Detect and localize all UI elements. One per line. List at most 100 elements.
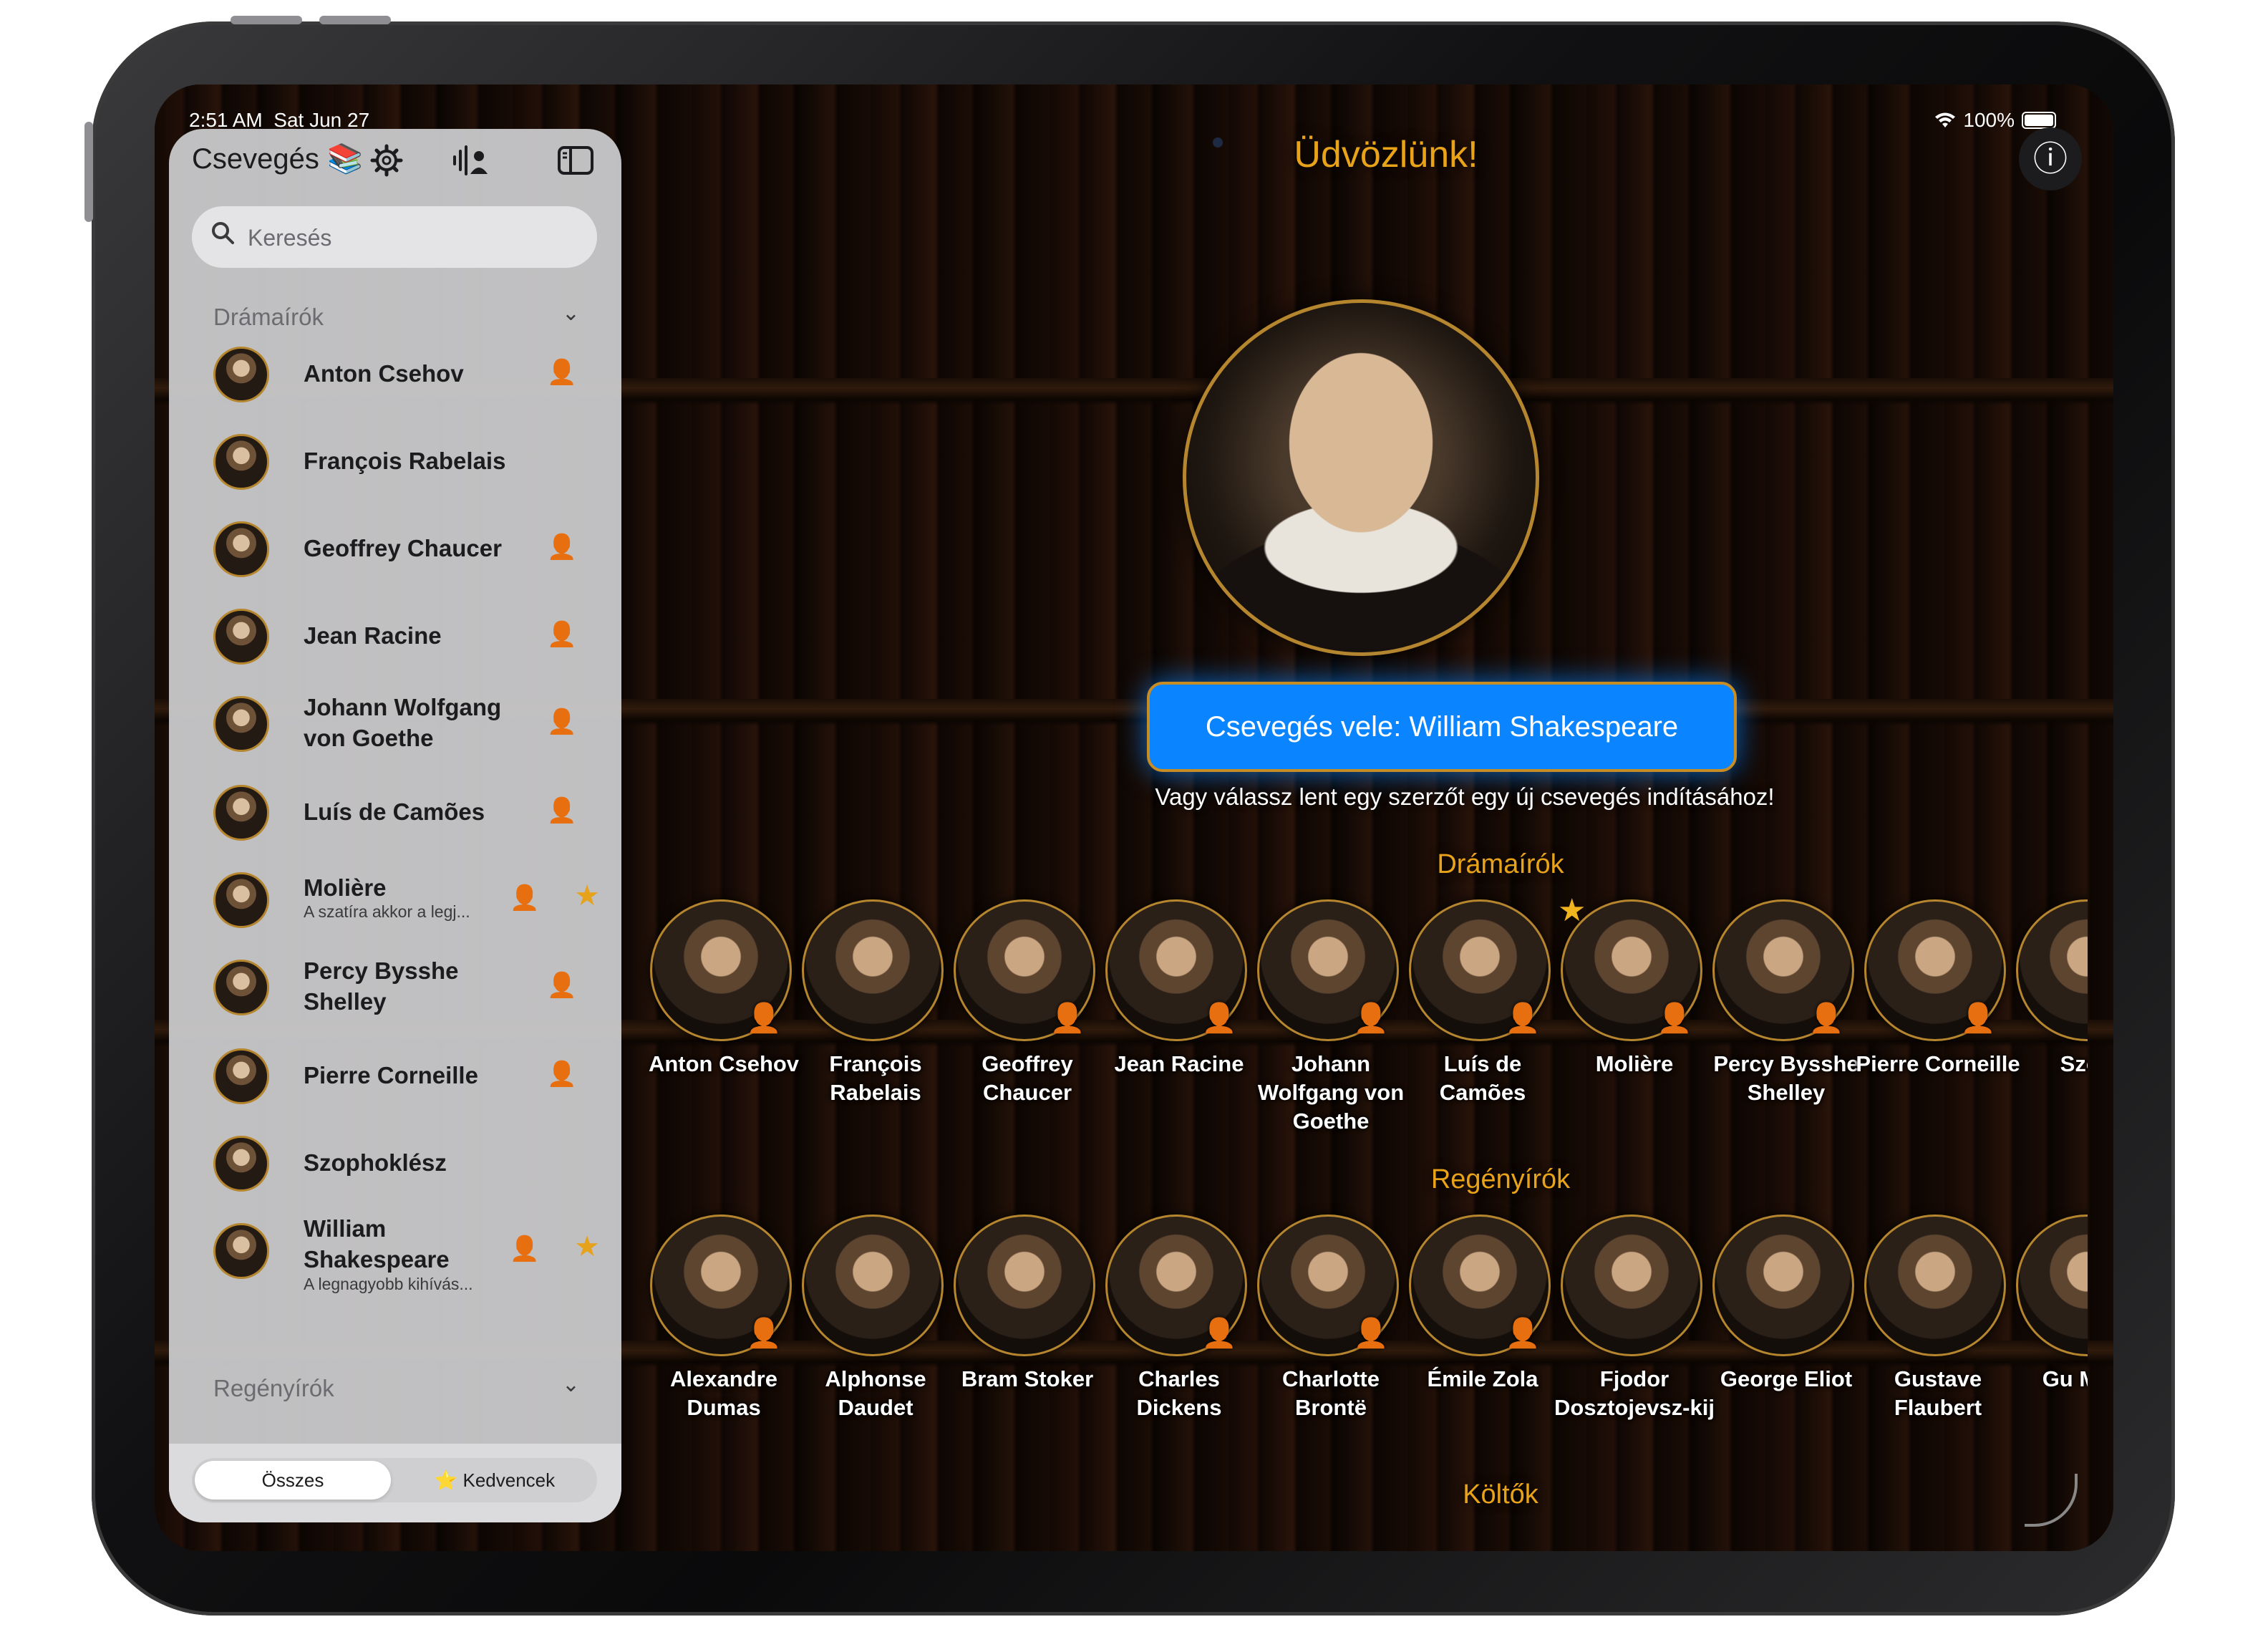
filter-favorites-button[interactable]: ⭐ Kedvencek — [395, 1461, 594, 1500]
author-card[interactable]: 👤 Charlotte Brontë — [1254, 1215, 1407, 1472]
avatar — [213, 434, 269, 490]
avatar — [213, 785, 269, 841]
sidebar-author-item[interactable]: Molière A szatíra akkor a legj... 👤 ★ — [213, 864, 600, 935]
author-name: Pierre Corneille — [1856, 1051, 2020, 1076]
avatar — [213, 609, 269, 665]
sidebar-author-item[interactable]: Johann Wolfgang von Goethe 👤 — [213, 687, 600, 759]
author-name: George Eliot — [1720, 1366, 1853, 1391]
author-card[interactable]: 👤 Émile Zola — [1406, 1215, 1559, 1472]
author-name: Fjodor Dosztojevsz-kij — [1554, 1366, 1715, 1420]
search-input[interactable] — [246, 219, 578, 256]
author-card[interactable]: 👤 Geoffrey Chaucer — [951, 899, 1104, 1157]
section-header-novelists[interactable]: Regényírók — [213, 1375, 334, 1402]
avatar — [213, 347, 269, 402]
voice-icon: 👤 — [1657, 1003, 1692, 1034]
author-portrait — [1561, 1215, 1702, 1356]
avatar — [213, 696, 269, 752]
voice-icon: 👤 — [546, 1061, 577, 1088]
author-card[interactable]: Fjodor Dosztojevsz-kij — [1554, 1215, 1715, 1472]
sidebar-author-item[interactable]: Geoffrey Chaucer 👤 — [213, 513, 600, 584]
filter-bar: Összes ⭐ Kedvencek — [169, 1444, 621, 1522]
author-card[interactable]: 👤 Anton Csehov — [647, 899, 800, 1157]
author-name: Alphonse Daudet — [825, 1366, 926, 1420]
chevron-down-icon[interactable]: ⌄ — [562, 1372, 580, 1397]
sidebar: Csevegés 📚 Drámaírók ⌄ Anton Csehov 👤 Fran… — [169, 129, 621, 1522]
voice-icon: 👤 — [1353, 1003, 1389, 1034]
sidebar-author-name: Molière — [304, 874, 387, 901]
author-card[interactable]: Alphonse Daudet — [799, 1215, 952, 1472]
volume-button — [231, 16, 302, 24]
sidebar-author-name: Pierre Corneille — [304, 1062, 478, 1088]
author-name: Alexandre Dumas — [670, 1366, 777, 1420]
author-card[interactable]: 👤 ★ Molière — [1558, 893, 1711, 1157]
sidebar-author-item[interactable]: Jean Racine 👤 — [213, 600, 600, 672]
voice-icon: 👤 — [1505, 1003, 1541, 1034]
sidebar-author-name: Johann Wolfgang von Goethe — [304, 694, 502, 751]
author-card[interactable]: 👤 Luís de Camões — [1406, 899, 1559, 1157]
voice-icon: 👤 — [546, 797, 577, 824]
avatar — [213, 872, 269, 928]
voice-contact-icon[interactable] — [451, 140, 491, 180]
author-name: Percy Bysshe Shelley — [1713, 1051, 1859, 1105]
sidebar-last-message: A szatíra akkor a legj... — [304, 902, 470, 921]
author-portrait — [1864, 1215, 2006, 1356]
sidebar-author-item[interactable]: Percy Bysshe Shelley 👤 — [213, 951, 600, 1023]
author-card[interactable]: Gu Maup — [2013, 1215, 2088, 1472]
author-name: Bram Stoker — [961, 1366, 1094, 1391]
sidebar-author-item[interactable]: François Rabelais — [213, 425, 600, 497]
sidebar-author-item[interactable]: William Shakespeare A legnagyobb kihívás.… — [213, 1215, 600, 1293]
author-card[interactable]: 👤 Jean Racine — [1102, 899, 1256, 1157]
sidebar-title: Csevegés 📚 — [192, 143, 363, 175]
author-card[interactable]: 👤 Percy Bysshe Shelley — [1710, 899, 1863, 1157]
voice-icon: 👤 — [746, 1318, 782, 1349]
voice-icon: 👤 — [509, 1235, 540, 1262]
gear-icon[interactable] — [367, 140, 407, 180]
sidebar-author-name: François Rabelais — [304, 448, 506, 474]
sidebar-author-item[interactable]: Luís de Camões 👤 — [213, 776, 600, 848]
author-card[interactable]: 👤 Pierre Corneille — [1856, 899, 2020, 1157]
sidebar-author-name: Szophoklész — [304, 1149, 447, 1176]
author-portrait — [1712, 1215, 1854, 1356]
sidebar-author-name: William Shakespeare — [304, 1215, 450, 1273]
voice-icon: 👤 — [546, 533, 577, 561]
search-field[interactable] — [192, 206, 597, 268]
author-card[interactable]: 👤 Charles Dickens — [1102, 1215, 1256, 1472]
sidebar-author-name: Luís de Camões — [304, 798, 485, 825]
search-icon — [210, 221, 235, 251]
avatar — [213, 1048, 269, 1104]
filter-all-button[interactable]: Összes — [195, 1461, 391, 1500]
author-portrait — [954, 1215, 1095, 1356]
author-card[interactable]: 👤 Alexandre Dumas — [647, 1215, 800, 1472]
author-card[interactable]: Bram Stoker — [951, 1215, 1104, 1472]
author-name: Anton Csehov — [648, 1051, 800, 1076]
sidebar-author-item[interactable]: Anton Csehov 👤 — [213, 338, 600, 410]
sidebar-author-name: Percy Bysshe Shelley — [304, 957, 459, 1015]
sidebar-toggle-icon[interactable] — [556, 140, 596, 180]
author-portrait — [802, 899, 944, 1041]
author-card[interactable]: 👤 Johann Wolfgang von Goethe — [1254, 899, 1407, 1157]
voice-icon: 👤 — [1050, 1003, 1085, 1034]
side-button — [84, 122, 93, 222]
chevron-down-icon[interactable]: ⌄ — [562, 301, 580, 326]
voice-icon: 👤 — [546, 359, 577, 386]
avatar — [213, 521, 269, 577]
avatar — [213, 1136, 269, 1192]
voice-icon: 👤 — [1201, 1003, 1237, 1034]
sidebar-author-name: Anton Csehov — [304, 360, 464, 387]
voice-icon: 👤 — [546, 972, 577, 999]
sidebar-author-item[interactable]: Szophoklész — [213, 1127, 600, 1199]
author-name: Gustave Flaubert — [1894, 1366, 1982, 1420]
author-portrait — [2016, 1215, 2088, 1356]
author-card[interactable]: Gustave Flaubert — [1861, 1215, 2015, 1472]
sidebar-author-item[interactable]: Pierre Corneille 👤 — [213, 1040, 600, 1111]
sidebar-author-name: Jean Racine — [304, 622, 442, 649]
section-header-dramatists[interactable]: Drámaírók — [213, 304, 324, 331]
author-name: Geoffrey Chaucer — [982, 1051, 1073, 1105]
screen: 2:51 AM Sat Jun 27 100% Üdvözlünk! ⓘ Cse… — [155, 84, 2113, 1551]
author-card[interactable]: George Eliot — [1710, 1215, 1863, 1472]
voice-icon: 👤 — [1201, 1318, 1237, 1349]
author-card[interactable]: Szopl — [2013, 899, 2088, 1157]
favorite-star-icon: ★ — [574, 1231, 600, 1262]
author-portrait — [802, 1215, 944, 1356]
author-card[interactable]: François Rabelais — [799, 899, 952, 1157]
